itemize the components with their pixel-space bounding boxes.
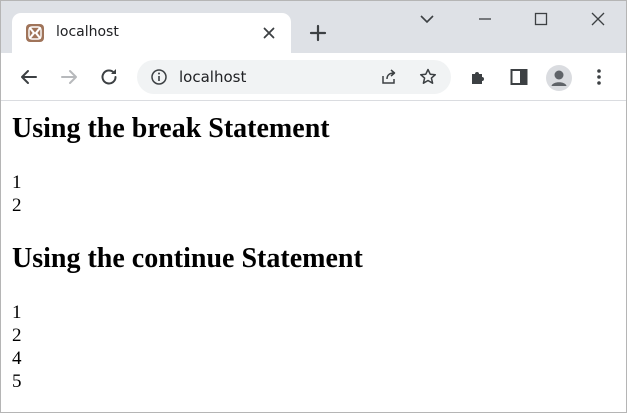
- section-heading-break: Using the break Statement: [12, 113, 330, 144]
- reload-icon[interactable]: [97, 65, 121, 89]
- tab-localhost[interactable]: localhost: [12, 13, 291, 53]
- xampp-icon: [26, 24, 44, 42]
- address-bar[interactable]: localhost: [137, 60, 451, 94]
- new-tab-plus-icon[interactable]: [306, 21, 330, 45]
- avatar-icon[interactable]: [546, 65, 572, 91]
- tab-strip: localhost: [1, 1, 626, 53]
- output-line: 1: [12, 302, 22, 323]
- browser-toolbar: localhost: [1, 53, 626, 101]
- section-heading-continue: Using the continue Statement: [12, 243, 363, 274]
- share-icon[interactable]: [379, 67, 399, 87]
- close-tab-icon[interactable]: [259, 23, 279, 43]
- close-window-icon[interactable]: [586, 7, 610, 31]
- output-line: 1: [12, 172, 22, 193]
- maximize-icon[interactable]: [529, 7, 553, 31]
- output-line: 2: [12, 325, 22, 346]
- url-text[interactable]: localhost: [179, 68, 246, 86]
- info-icon[interactable]: [150, 68, 168, 86]
- output-line: 4: [12, 348, 22, 369]
- back-arrow-icon[interactable]: [17, 65, 41, 89]
- minimize-icon[interactable]: [473, 7, 497, 31]
- output-line: 5: [12, 371, 22, 392]
- puzzle-icon[interactable]: [467, 65, 491, 89]
- kebab-menu-icon[interactable]: [587, 65, 611, 89]
- page-content: Using the break Statement 1 2 Using the …: [1, 101, 626, 412]
- tab-search-chevron-down-icon[interactable]: [415, 7, 439, 31]
- tab-title: localhost: [56, 24, 119, 40]
- side-panel-icon[interactable]: [507, 65, 531, 89]
- star-icon[interactable]: [418, 67, 438, 87]
- forward-arrow-icon[interactable]: [57, 65, 81, 89]
- output-line: 2: [12, 195, 22, 216]
- browser-window: localhost localhost Using the break Stat…: [0, 0, 627, 413]
